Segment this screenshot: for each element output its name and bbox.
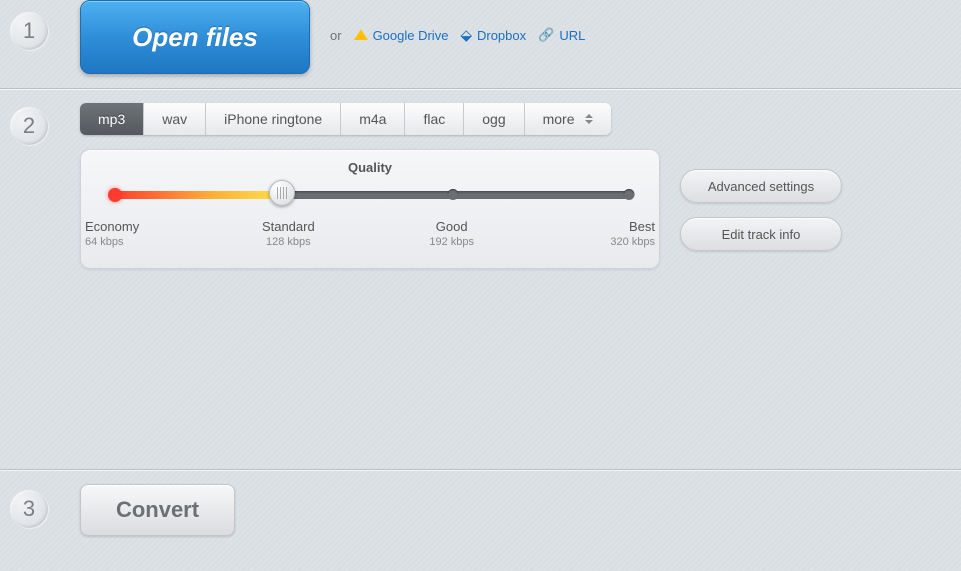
step-3-badge: 3 bbox=[10, 490, 48, 528]
format-tabs: mp3 wav iPhone ringtone m4a flac ogg mor… bbox=[80, 103, 611, 135]
step-2-section: 2 mp3 wav iPhone ringtone m4a flac ogg m… bbox=[0, 89, 961, 469]
chevron-sort-icon bbox=[585, 114, 593, 124]
economy-rate: 64 kbps bbox=[85, 236, 165, 248]
slider-fill bbox=[111, 191, 282, 199]
best-name: Best bbox=[629, 219, 655, 234]
quality-labels: Economy 64 kbps Standard 128 kbps Good 1… bbox=[111, 219, 629, 248]
step-1-badge: 1 bbox=[10, 12, 48, 50]
tab-mp3[interactable]: mp3 bbox=[80, 103, 144, 135]
quality-label-economy: Economy 64 kbps bbox=[85, 219, 165, 248]
slider-tick-best bbox=[624, 189, 635, 200]
economy-name: Economy bbox=[85, 219, 139, 234]
quality-slider[interactable] bbox=[111, 191, 629, 199]
tab-flac[interactable]: flac bbox=[405, 103, 464, 135]
google-drive-link[interactable]: Google Drive bbox=[354, 28, 449, 43]
best-rate: 320 kbps bbox=[575, 236, 655, 248]
convert-button[interactable]: Convert bbox=[80, 484, 235, 536]
dropbox-link[interactable]: ⬙ Dropbox bbox=[460, 26, 526, 44]
link-icon: 🔗 bbox=[538, 27, 554, 43]
tab-ogg[interactable]: ogg bbox=[464, 103, 524, 135]
good-name: Good bbox=[436, 219, 468, 234]
step-2-badge: 2 bbox=[10, 107, 48, 145]
step-3-section: 3 Convert bbox=[0, 469, 961, 559]
standard-rate: 128 kbps bbox=[248, 236, 328, 248]
tab-m4a[interactable]: m4a bbox=[341, 103, 405, 135]
quality-label-best: Best 320 kbps bbox=[575, 219, 655, 248]
slider-thumb[interactable] bbox=[269, 180, 295, 206]
url-label: URL bbox=[559, 28, 585, 43]
dropbox-label: Dropbox bbox=[477, 28, 526, 43]
url-link[interactable]: 🔗 URL bbox=[538, 27, 585, 43]
advanced-settings-button[interactable]: Advanced settings bbox=[680, 169, 842, 203]
tab-more[interactable]: more bbox=[525, 103, 611, 135]
tab-iphone-ringtone[interactable]: iPhone ringtone bbox=[206, 103, 341, 135]
step-1-section: 1 Open files or Google Drive ⬙ Dropbox 🔗… bbox=[0, 0, 961, 88]
quality-panel: Quality Economy 64 kbps Standard 128 kbp… bbox=[80, 149, 660, 269]
quality-title: Quality bbox=[111, 160, 629, 175]
slider-tick-good bbox=[447, 189, 458, 200]
tab-wav[interactable]: wav bbox=[144, 103, 206, 135]
edit-track-info-button[interactable]: Edit track info bbox=[680, 217, 842, 251]
quality-label-standard: Standard 128 kbps bbox=[248, 219, 328, 248]
google-drive-icon bbox=[354, 29, 368, 40]
google-drive-label: Google Drive bbox=[373, 28, 449, 43]
good-rate: 192 kbps bbox=[412, 236, 492, 248]
quality-label-good: Good 192 kbps bbox=[412, 219, 492, 248]
source-links: or Google Drive ⬙ Dropbox 🔗 URL bbox=[330, 26, 585, 44]
dropbox-icon: ⬙ bbox=[460, 26, 472, 44]
side-buttons: Advanced settings Edit track info bbox=[680, 169, 842, 251]
standard-name: Standard bbox=[262, 219, 315, 234]
tab-more-label: more bbox=[543, 111, 575, 127]
open-files-button[interactable]: Open files bbox=[80, 0, 310, 74]
or-label: or bbox=[330, 28, 342, 43]
